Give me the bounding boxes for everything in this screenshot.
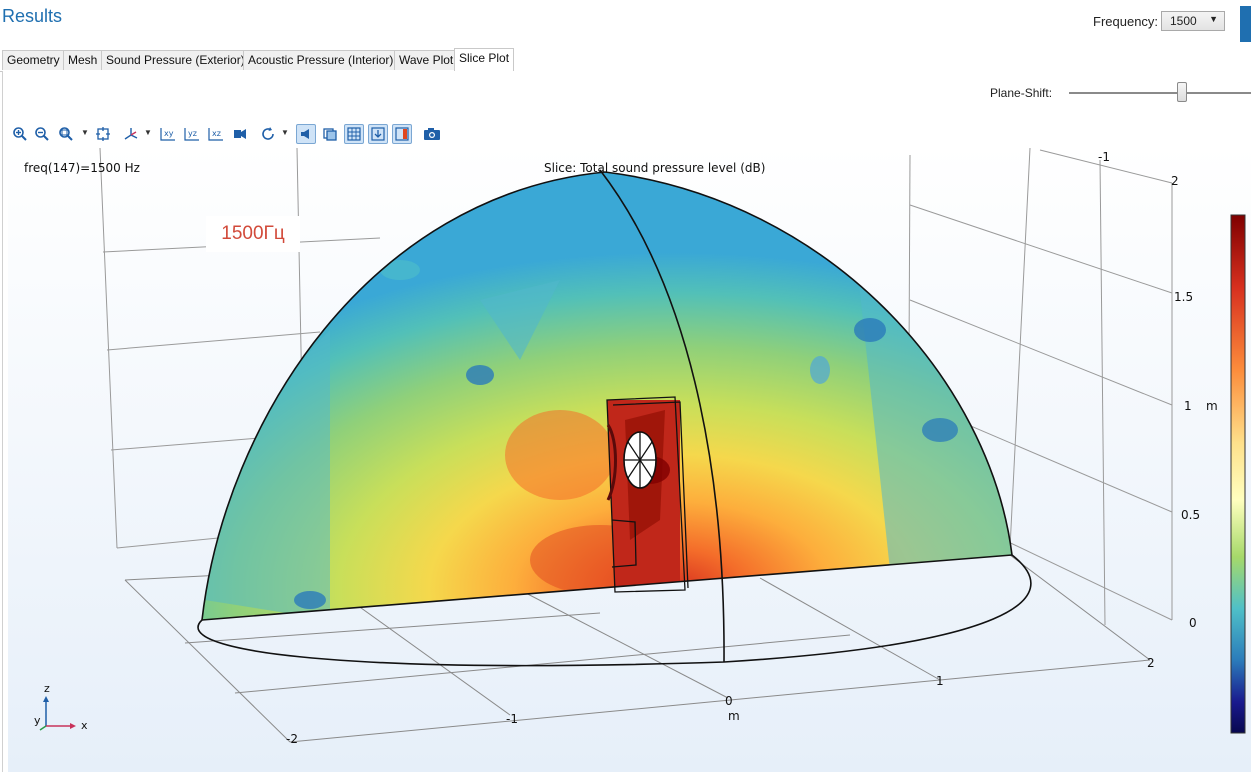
z-tick-label: 1.5 [1174,290,1194,304]
x-tick-label: 0 [725,694,733,708]
results-title: Results [2,6,63,26]
frequency-value: 1500 [1170,14,1197,28]
scene-light-icon[interactable] [296,124,316,144]
color-legend-icon[interactable] [392,124,412,144]
chevron-down-icon: ▼ [1209,14,1218,24]
frequency-select[interactable]: 1500 ▼ [1161,11,1225,31]
plane-shift-slider-thumb[interactable] [1177,82,1187,102]
x-tick-label: -1 [506,712,518,726]
triad-z-label: z [44,682,50,695]
color-legend [1230,214,1246,734]
zoom-in-icon[interactable] [10,124,30,144]
axes-view-icon[interactable] [121,124,141,144]
x-tick-label: -2 [286,732,298,746]
rotate-dropdown-icon[interactable]: ▼ [281,128,289,137]
axis-orientation-icon[interactable] [368,124,388,144]
view-dropdown-icon[interactable]: ▼ [144,128,152,137]
y-tick-label: -2 [1170,174,1182,188]
tab-acoustic-pressure-interior[interactable]: Acoustic Pressure (Interior) [243,50,399,70]
x-tick-label: 2 [1147,656,1155,670]
xy-view-icon[interactable]: xy [158,124,178,144]
brand-mark [1240,6,1251,42]
zoom-dropdown-icon[interactable]: ▼ [81,128,89,137]
svg-text:xz: xz [212,129,221,138]
transparency-icon[interactable] [320,124,340,144]
tab-geometry[interactable]: Geometry [2,50,65,70]
camera-view-icon[interactable] [230,124,250,144]
x-tick-label: 1 [936,674,944,688]
results-tabs: Geometry Mesh Sound Pressure (Exterior) … [0,48,1251,72]
axis-triad: z y x [34,682,94,736]
graphics-toolbar: ▼ ▼ xy yz xz ▼ [10,124,450,146]
z-tick-label: 0 [1189,616,1197,630]
x-axis-unit: m [728,709,740,723]
frequency-label: Frequency: [1093,14,1159,29]
tab-sound-pressure-exterior[interactable]: Sound Pressure (Exterior) [101,50,250,70]
xz-view-icon[interactable]: xz [206,124,226,144]
zoom-out-icon[interactable] [32,124,52,144]
tab-wave-plot[interactable]: Wave Plot [394,50,459,70]
triad-x-label: x [81,719,88,732]
plot-title: Slice: Total sound pressure level (dB) [544,161,766,175]
frequency-annotation: 1500Гц [206,216,300,252]
plane-shift-slider[interactable] [1069,92,1251,94]
tab-slice-plot[interactable]: Slice Plot [454,48,515,71]
tab-mesh[interactable]: Mesh [63,50,103,70]
z-tick-label: 1 [1184,399,1192,413]
z-tick-label: 0.5 [1181,508,1201,522]
grid-icon[interactable] [344,124,364,144]
results-header: Results Frequency: 1500 ▼ [0,0,1251,48]
zoom-box-icon[interactable] [56,124,76,144]
rotate-icon[interactable] [258,124,278,144]
slice-plot-scene [8,146,1251,772]
triad-y-label: y [34,714,41,727]
y-tick-label: -1 [1098,150,1110,164]
svg-text:yz: yz [188,129,197,138]
z-axis-unit: m [1206,399,1218,413]
zoom-extents-icon[interactable] [93,124,113,144]
yz-view-icon[interactable]: yz [182,124,202,144]
svg-text:xy: xy [164,129,174,138]
image-snapshot-icon[interactable] [422,124,442,144]
parameter-readout: freq(147)=1500 Hz [24,161,140,175]
plane-shift-label: Plane-Shift: [990,86,1053,100]
graphics-viewport[interactable]: freq(147)=1500 Hz Slice: Total sound pre… [8,146,1251,772]
